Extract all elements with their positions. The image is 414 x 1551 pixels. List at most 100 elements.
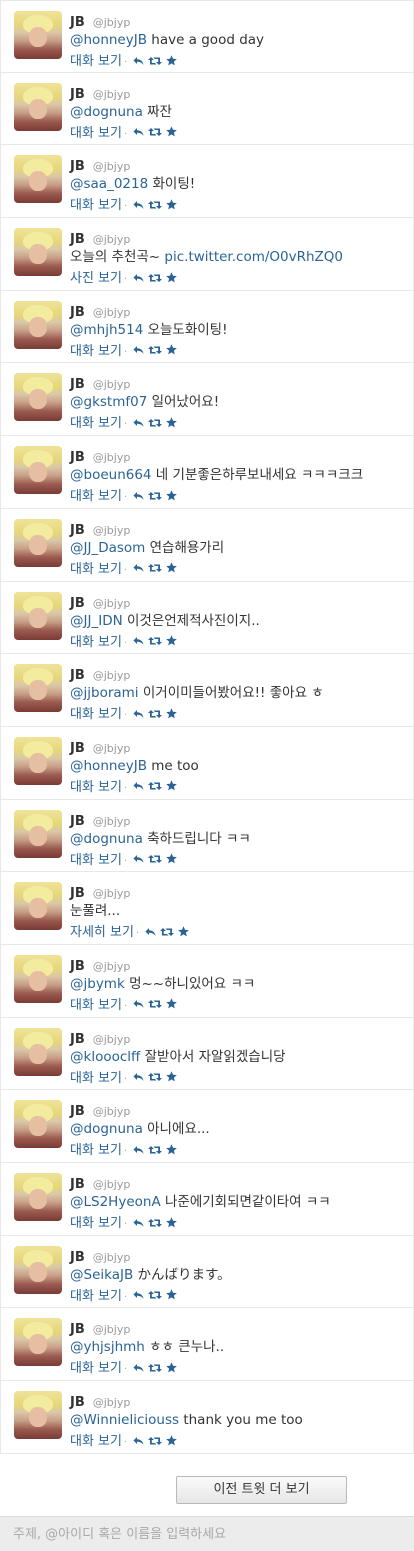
author-handle[interactable]: @jbjyp <box>93 887 131 900</box>
favorite-icon[interactable] <box>166 560 177 576</box>
author-handle[interactable]: @jbjyp <box>93 1323 131 1336</box>
view-conversation-link[interactable]: 사진 보기 <box>70 271 122 286</box>
view-conversation-link[interactable]: 대화 보기 <box>70 780 122 795</box>
reply-icon[interactable] <box>133 560 144 576</box>
tweet-item[interactable]: JB @jbjyp 눈풀려... 자세히 보기 · <box>1 872 413 945</box>
avatar[interactable] <box>14 155 62 204</box>
author-handle[interactable]: @jbjyp <box>93 597 131 610</box>
mention-link[interactable]: @saa_0218 <box>70 176 148 192</box>
author-name[interactable]: JB <box>70 523 85 538</box>
avatar[interactable] <box>14 518 62 567</box>
retweet-icon[interactable] <box>148 1215 163 1231</box>
favorite-icon[interactable] <box>166 633 177 649</box>
favorite-icon[interactable] <box>166 53 177 69</box>
author-handle[interactable]: @jbjyp <box>93 16 131 29</box>
avatar[interactable] <box>14 954 62 1003</box>
author-name[interactable]: JB <box>70 668 85 683</box>
view-conversation-link[interactable]: 대화 보기 <box>70 1216 122 1231</box>
reply-icon[interactable] <box>133 1069 144 1085</box>
avatar[interactable] <box>14 1318 62 1367</box>
avatar[interactable] <box>14 11 62 59</box>
reply-icon[interactable] <box>133 197 144 213</box>
tweet-item[interactable]: JB @jbjyp @LS2HyeonA 나준에기회되면같이타여 ㅋㅋ 대화 보기 · <box>1 1163 413 1236</box>
avatar[interactable] <box>14 882 62 931</box>
reply-icon[interactable] <box>133 415 144 431</box>
mention-link[interactable]: @dognuna <box>70 104 143 120</box>
avatar[interactable] <box>14 228 62 277</box>
author-handle[interactable]: @jbjyp <box>93 524 131 537</box>
view-conversation-link[interactable]: 대화 보기 <box>70 198 122 213</box>
retweet-icon[interactable] <box>148 124 163 140</box>
avatar[interactable] <box>14 1100 62 1149</box>
reply-icon[interactable] <box>133 1215 144 1231</box>
view-conversation-link[interactable]: 대화 보기 <box>70 1143 122 1158</box>
mention-link[interactable]: @gkstmf07 <box>70 394 147 410</box>
reply-icon[interactable] <box>133 270 144 286</box>
favorite-icon[interactable] <box>166 778 177 794</box>
author-name[interactable]: JB <box>70 959 85 974</box>
avatar[interactable] <box>14 1245 62 1294</box>
favorite-icon[interactable] <box>166 342 177 358</box>
view-conversation-link[interactable]: 대화 보기 <box>70 998 122 1013</box>
author-handle[interactable]: @jbjyp <box>93 742 131 755</box>
mention-link[interactable]: @kloooclff <box>70 1049 140 1065</box>
author-handle[interactable]: @jbjyp <box>93 1033 131 1046</box>
view-conversation-link[interactable]: 대화 보기 <box>70 1361 122 1376</box>
favorite-icon[interactable] <box>166 706 177 722</box>
reply-icon[interactable] <box>133 342 144 358</box>
author-name[interactable]: JB <box>70 1104 85 1119</box>
reply-icon[interactable] <box>133 1287 144 1303</box>
tweet-item[interactable]: JB @jbjyp @mhjh514 오늘도화이팅! 대화 보기 · <box>1 291 413 364</box>
mention-link[interactable]: @LS2HyeonA <box>70 1194 161 1210</box>
avatar[interactable] <box>14 1173 62 1221</box>
author-handle[interactable]: @jbjyp <box>93 669 131 682</box>
author-name[interactable]: JB <box>70 886 85 901</box>
view-conversation-link[interactable]: 대화 보기 <box>70 126 122 141</box>
favorite-icon[interactable] <box>166 197 177 213</box>
favorite-icon[interactable] <box>166 488 177 504</box>
author-name[interactable]: JB <box>70 15 85 30</box>
reply-icon[interactable] <box>133 778 144 794</box>
author-name[interactable]: JB <box>70 814 85 829</box>
favorite-icon[interactable] <box>166 1360 177 1376</box>
reply-icon[interactable] <box>133 488 144 504</box>
favorite-icon[interactable] <box>166 415 177 431</box>
tweet-item[interactable]: JB @jbjyp @honneyJB have a good day 대화 보기 · <box>1 0 413 73</box>
retweet-icon[interactable] <box>148 996 163 1012</box>
author-name[interactable]: JB <box>70 741 85 756</box>
favorite-icon[interactable] <box>166 1287 177 1303</box>
load-more-tweets-button[interactable]: 이전 트윗 더 보기 <box>176 1476 347 1504</box>
view-conversation-link[interactable]: 대화 보기 <box>70 489 122 504</box>
retweet-icon[interactable] <box>148 415 163 431</box>
favorite-icon[interactable] <box>166 1433 177 1449</box>
retweet-icon[interactable] <box>148 560 163 576</box>
view-conversation-link[interactable]: 대화 보기 <box>70 54 122 69</box>
author-handle[interactable]: @jbjyp <box>93 1105 131 1118</box>
mention-link[interactable]: @jbymk <box>70 976 125 992</box>
tweet-item[interactable]: JB @jbjyp @yhjsjhmh ㅎㅎ 큰누나.. 대화 보기 · <box>1 1308 413 1382</box>
author-handle[interactable]: @jbjyp <box>93 233 131 246</box>
tweet-item[interactable]: JB @jbjyp @jbymk 멍~~하니있어요 ㅋㅋ 대화 보기 · <box>1 945 413 1018</box>
view-conversation-link[interactable]: 대화 보기 <box>70 1071 122 1086</box>
tweet-item[interactable]: JB @jbjyp @boeun664 네 기분좋은하루보내세요 ㅋㅋㅋ크크 대화 보… <box>1 436 413 509</box>
mention-link[interactable]: @boeun664 <box>70 467 152 483</box>
author-name[interactable]: JB <box>70 1250 85 1265</box>
author-handle[interactable]: @jbjyp <box>93 1251 131 1264</box>
tweet-item[interactable]: JB @jbjyp 오늘의 추천곡~ pic.twitter.com/O0vRhZQ… <box>1 218 413 291</box>
avatar[interactable] <box>14 1027 62 1076</box>
view-conversation-link[interactable]: 대화 보기 <box>70 635 122 650</box>
retweet-icon[interactable] <box>148 1433 163 1449</box>
author-handle[interactable]: @jbjyp <box>93 1396 131 1409</box>
favorite-icon[interactable] <box>166 270 177 286</box>
view-conversation-link[interactable]: 대화 보기 <box>70 1434 122 1449</box>
reply-icon[interactable] <box>133 53 144 69</box>
retweet-icon[interactable] <box>148 53 163 69</box>
author-handle[interactable]: @jbjyp <box>93 451 131 464</box>
reply-icon[interactable] <box>133 124 144 140</box>
author-name[interactable]: JB <box>70 232 85 247</box>
retweet-icon[interactable] <box>148 1142 163 1158</box>
author-name[interactable]: JB <box>70 450 85 465</box>
retweet-icon[interactable] <box>160 924 175 940</box>
tweet-item[interactable]: JB @jbjyp @JJ_Dasom 연습해용가리 대화 보기 · <box>1 509 413 582</box>
tweet-item[interactable]: JB @jbjyp @JJ_IDN 이것은언제적사진이지.. 대화 보기 · <box>1 582 413 655</box>
